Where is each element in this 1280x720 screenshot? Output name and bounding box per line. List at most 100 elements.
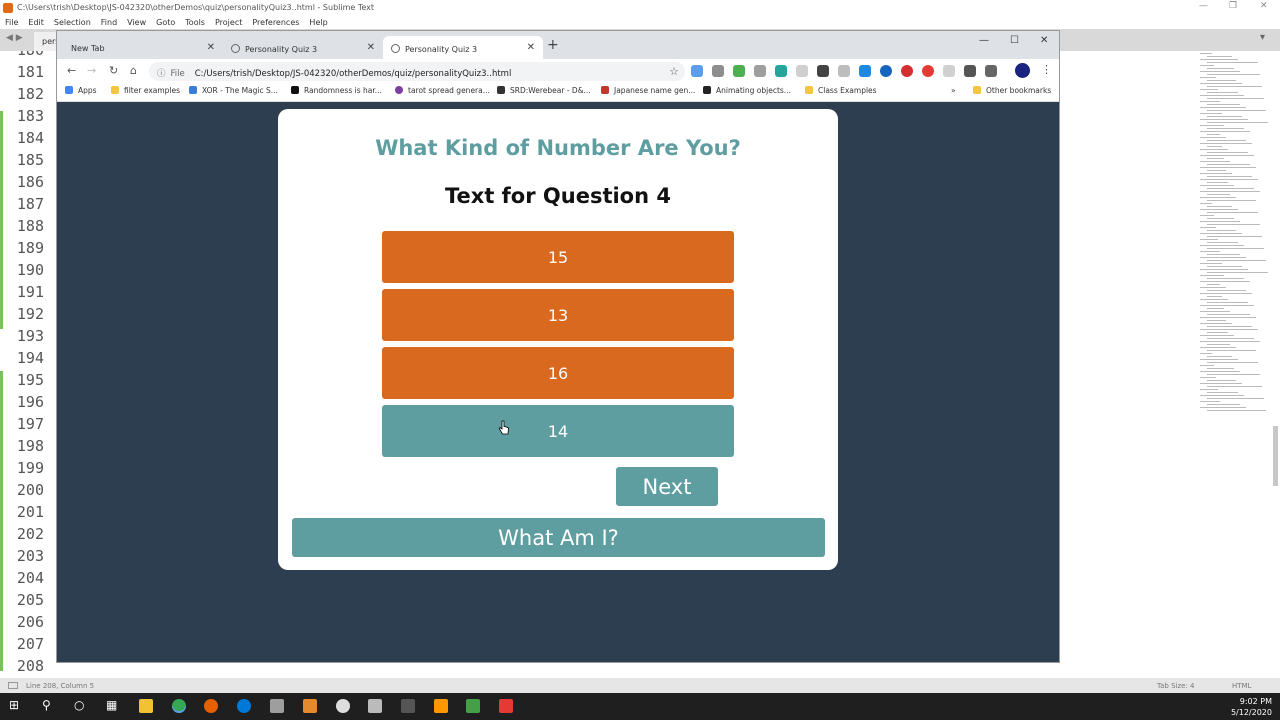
tab-close-icon[interactable]: ✕ bbox=[527, 42, 535, 53]
chrome-icon[interactable] bbox=[172, 699, 186, 713]
tab-size-indicator[interactable]: Tab Size: 4 bbox=[1157, 682, 1194, 690]
bookmark-star-icon[interactable]: ☆ bbox=[669, 65, 679, 78]
app-icon[interactable] bbox=[401, 699, 415, 713]
minimap-line bbox=[1207, 116, 1242, 117]
tab-menu-icon[interactable]: ▾ bbox=[1260, 32, 1265, 43]
bookmark-werebear[interactable]: SRD:Werebear - D&... bbox=[497, 86, 591, 95]
clock-app-icon[interactable] bbox=[336, 699, 350, 713]
extension-icon[interactable] bbox=[859, 65, 871, 77]
search-icon[interactable]: ⚲ bbox=[42, 698, 51, 712]
tab-new-tab[interactable]: New Tab ✕ bbox=[63, 36, 223, 59]
camtasia-icon[interactable] bbox=[466, 699, 480, 713]
extension-icon[interactable] bbox=[880, 65, 892, 77]
restore-icon[interactable]: ❐ bbox=[1229, 1, 1237, 11]
reload-icon[interactable]: ↻ bbox=[109, 64, 118, 77]
minimap-line bbox=[1200, 317, 1256, 318]
extension-icon[interactable] bbox=[796, 65, 808, 77]
calculator-icon[interactable] bbox=[368, 699, 382, 713]
info-icon[interactable]: ⓘ bbox=[157, 69, 166, 79]
cortana-icon[interactable]: ○ bbox=[74, 698, 84, 712]
screenshot-icon[interactable] bbox=[985, 65, 997, 77]
maximize-icon[interactable]: ☐ bbox=[1010, 35, 1019, 46]
extension-icon[interactable] bbox=[775, 65, 787, 77]
extension-icon[interactable] bbox=[943, 65, 955, 77]
menu-view[interactable]: View bbox=[127, 18, 146, 27]
menu-preferences[interactable]: Preferences bbox=[252, 18, 299, 27]
extension-icon[interactable] bbox=[754, 65, 766, 77]
bookmark-filter-examples[interactable]: filter examples bbox=[111, 86, 180, 95]
close-icon[interactable]: ✕ bbox=[1260, 1, 1268, 11]
bookmark-other[interactable]: Other bookmarks bbox=[973, 86, 1051, 95]
tab-close-icon[interactable]: ✕ bbox=[207, 42, 215, 53]
answer-button-1[interactable]: 15 bbox=[382, 231, 734, 283]
quiz-card: What Kind of Number Are You? Text for Qu… bbox=[278, 109, 838, 570]
menu-file[interactable]: File bbox=[5, 18, 18, 27]
address-bar[interactable]: ⓘ File C:/Users/trish/Desktop/JS-042320/ot… bbox=[149, 62, 685, 81]
tab-close-icon[interactable]: ✕ bbox=[367, 42, 375, 53]
extension-icon[interactable] bbox=[964, 65, 976, 77]
syntax-indicator[interactable]: HTML bbox=[1232, 682, 1251, 690]
minimap-line bbox=[1200, 245, 1244, 246]
close-icon[interactable]: ✕ bbox=[1040, 35, 1048, 46]
menu-find[interactable]: Find bbox=[101, 18, 117, 27]
minimap-line bbox=[1207, 284, 1220, 285]
extension-icon[interactable] bbox=[691, 65, 703, 77]
menu-edit[interactable]: Edit bbox=[28, 18, 44, 27]
tab-scroll-arrows-icon[interactable]: ◀ ▶ bbox=[6, 33, 23, 43]
task-view-icon[interactable]: ▦ bbox=[106, 698, 117, 712]
minimap-line bbox=[1207, 206, 1232, 207]
new-tab-plus-icon[interactable]: + bbox=[547, 37, 559, 53]
bookmark-tarot[interactable]: tarot spread genera... bbox=[395, 86, 490, 95]
bookmark-randomness[interactable]: Randomness is har... bbox=[291, 86, 382, 95]
firefox-icon[interactable] bbox=[204, 699, 218, 713]
edge-icon[interactable] bbox=[237, 699, 251, 713]
bookmark-class-examples[interactable]: Class Examples bbox=[805, 86, 877, 95]
minimize-icon[interactable]: — bbox=[1199, 1, 1208, 11]
profile-avatar[interactable] bbox=[1015, 63, 1030, 78]
bookmark-animating-objects[interactable]: Animating objects... bbox=[703, 86, 791, 95]
menu-project[interactable]: Project bbox=[215, 18, 242, 27]
recorder-icon[interactable] bbox=[499, 699, 513, 713]
system-clock[interactable]: 9:02 PM 5/12/2020 bbox=[1231, 696, 1272, 718]
back-arrow-icon[interactable]: ← bbox=[67, 64, 76, 77]
minimize-icon[interactable]: — bbox=[979, 35, 989, 46]
app-icon[interactable] bbox=[303, 699, 317, 713]
adblock-icon[interactable] bbox=[901, 65, 913, 77]
windows-start-icon[interactable]: ⊞ bbox=[9, 698, 19, 712]
extension-icon[interactable] bbox=[922, 65, 934, 77]
bookmark-label: Class Examples bbox=[818, 86, 877, 95]
bookmark-japanese-names[interactable]: Japanese name gen... bbox=[601, 86, 695, 95]
tab-personality-quiz-active[interactable]: Personality Quiz 3 ✕ bbox=[383, 36, 543, 59]
extension-icon[interactable] bbox=[733, 65, 745, 77]
app-icon[interactable] bbox=[270, 699, 284, 713]
home-icon[interactable]: ⌂ bbox=[130, 64, 137, 77]
minimap-line bbox=[1207, 374, 1260, 375]
kebab-menu-icon[interactable]: ⋮ bbox=[1041, 63, 1052, 76]
bookmark-xor[interactable]: XOR - The Magic S... bbox=[189, 86, 278, 95]
panel-toggle-icon[interactable] bbox=[8, 682, 18, 689]
answer-button-4-selected[interactable]: 14 bbox=[382, 405, 734, 457]
answer-button-2[interactable]: 13 bbox=[382, 289, 734, 341]
extension-icon[interactable] bbox=[817, 65, 829, 77]
bookmark-apps[interactable]: Apps bbox=[65, 86, 97, 95]
forward-arrow-icon[interactable]: → bbox=[87, 64, 96, 77]
answer-button-3[interactable]: 16 bbox=[382, 347, 734, 399]
extension-icon[interactable] bbox=[838, 65, 850, 77]
url-text: C:/Users/trish/Desktop/JS-042320/otherDe… bbox=[194, 69, 512, 79]
file-explorer-icon[interactable] bbox=[139, 699, 153, 713]
modified-lines-marker bbox=[0, 111, 3, 329]
scrollbar-thumb[interactable] bbox=[1273, 426, 1278, 486]
menu-tools[interactable]: Tools bbox=[185, 18, 205, 27]
extension-icon[interactable] bbox=[712, 65, 724, 77]
minimap[interactable] bbox=[1196, 51, 1280, 431]
sublime-taskbar-icon[interactable] bbox=[434, 699, 448, 713]
minimap-line bbox=[1200, 305, 1254, 306]
next-button[interactable]: Next bbox=[616, 467, 718, 506]
tab-personality-quiz-1[interactable]: Personality Quiz 3 ✕ bbox=[223, 36, 383, 59]
menu-goto[interactable]: Goto bbox=[156, 18, 175, 27]
menu-selection[interactable]: Selection bbox=[54, 18, 91, 27]
bookmarks-overflow-icon[interactable]: » bbox=[951, 86, 956, 95]
menu-help[interactable]: Help bbox=[309, 18, 327, 27]
what-am-i-button[interactable]: What Am I? bbox=[292, 518, 825, 557]
minimap-line bbox=[1207, 218, 1234, 219]
